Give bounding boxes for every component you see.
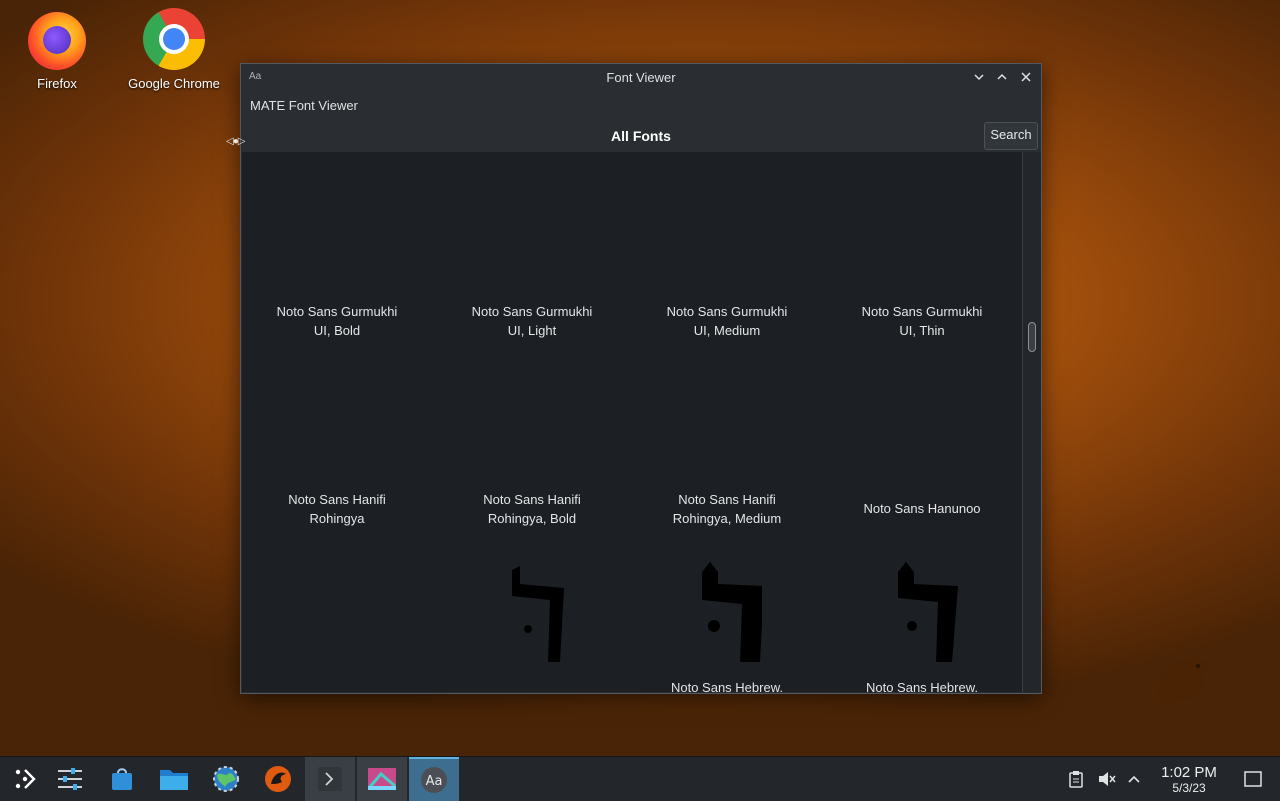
font-item[interactable]: Noto Sans Gurmukhi UI, Light <box>437 302 627 340</box>
settings-globe-icon[interactable] <box>201 757 251 801</box>
chrome-icon <box>143 8 205 70</box>
hebrew-glyph-preview <box>702 562 762 662</box>
wallpaper-eagle-silhouette <box>1156 658 1214 703</box>
header-bar: All Fonts Search <box>241 122 1041 151</box>
font-grid[interactable]: Noto Sans Gurmukhi UI, Bold Noto Sans Gu… <box>242 152 1022 692</box>
file-manager-icon[interactable] <box>149 757 199 801</box>
firefox-icon <box>26 8 88 70</box>
clipboard-icon[interactable] <box>1068 757 1084 801</box>
font-item[interactable]: Noto Sans Gurmukhi UI, Thin <box>827 302 1017 340</box>
terminal-icon[interactable] <box>305 757 355 801</box>
font-item[interactable]: Noto Sans Gurmukhi UI, Bold <box>242 302 432 340</box>
menubar-app-title[interactable]: MATE Font Viewer <box>250 98 358 113</box>
desktop-icon-label: Firefox <box>37 76 77 91</box>
resize-handle-icon[interactable]: ◁●▷ <box>226 136 245 147</box>
svg-text:Aa: Aa <box>426 774 443 789</box>
close-icon[interactable] <box>1016 68 1036 88</box>
menubar: MATE Font Viewer <box>241 92 1041 122</box>
volume-muted-icon[interactable] <box>1097 757 1117 801</box>
scrollbar-thumb[interactable] <box>1028 322 1036 352</box>
font-item[interactable]: Noto Sans Hanifi Rohingya <box>242 490 432 528</box>
retro-game-icon[interactable] <box>253 757 303 801</box>
system-settings-icon[interactable] <box>45 757 95 801</box>
minimize-icon[interactable] <box>969 68 989 88</box>
font-item[interactable]: Noto Sans Hebrew, <box>827 678 1017 692</box>
digital-clock[interactable]: 1:02 PM 5/3/23 <box>1150 764 1228 795</box>
font-item[interactable]: Noto Sans Gurmukhi UI, Medium <box>632 302 822 340</box>
clock-date: 5/3/23 <box>1172 781 1206 795</box>
discover-store-icon[interactable] <box>97 757 147 801</box>
desktop-icon-chrome[interactable]: Google Chrome <box>119 8 229 91</box>
desktop-icon-label: Google Chrome <box>128 76 220 91</box>
clock-time: 1:02 PM <box>1161 764 1217 781</box>
hebrew-glyph-preview <box>512 566 564 662</box>
window-titlebar[interactable]: Aa Font Viewer <box>241 64 1041 92</box>
font-item[interactable]: Noto Sans Hanifi Rohingya, Bold <box>437 490 627 528</box>
window-title: Font Viewer <box>606 70 676 85</box>
tray-expand-icon[interactable] <box>1127 757 1141 801</box>
font-item[interactable]: Noto Sans Hanunoo <box>827 499 1017 518</box>
hebrew-glyph-preview <box>898 562 958 662</box>
maximize-icon[interactable] <box>992 68 1012 88</box>
font-viewer-window: Aa Font Viewer MATE Font Viewer All Font… <box>240 63 1042 694</box>
application-launcher-icon[interactable] <box>0 757 50 801</box>
show-desktop-icon[interactable] <box>1244 757 1262 801</box>
desktop-icon-firefox[interactable]: Firefox <box>2 8 112 91</box>
page-title: All Fonts <box>611 128 671 144</box>
taskbar: Aa 1:02 PM 5/3/23 <box>0 756 1280 801</box>
image-viewer-icon[interactable] <box>357 757 407 801</box>
font-viewer-icon[interactable]: Aa <box>409 757 459 801</box>
scrollbar[interactable] <box>1022 152 1041 692</box>
font-item[interactable]: Noto Sans Hebrew, <box>632 678 822 692</box>
search-button[interactable]: Search <box>984 122 1038 150</box>
font-item[interactable]: Noto Sans Hanifi Rohingya, Medium <box>632 490 822 528</box>
